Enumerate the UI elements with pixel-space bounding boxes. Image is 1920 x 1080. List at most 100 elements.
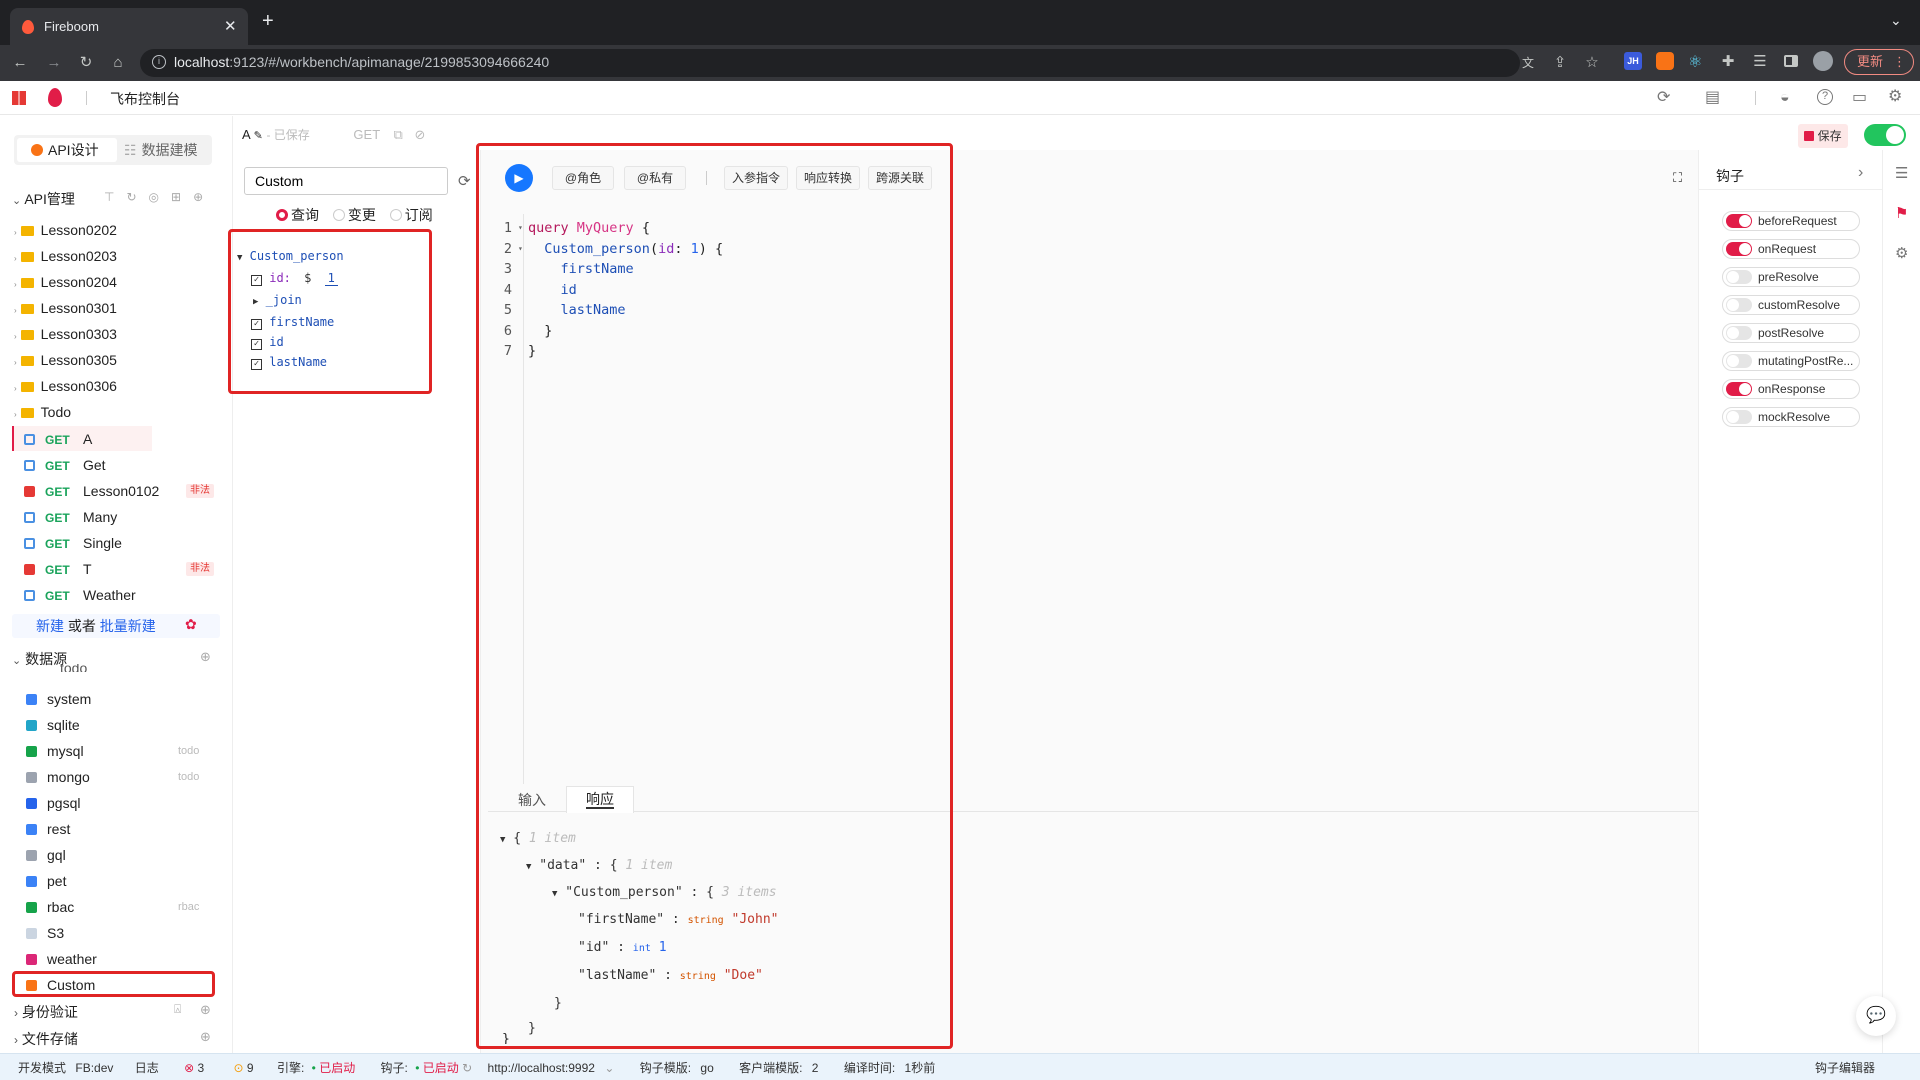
new-tab-icon[interactable]: + [262,10,274,33]
rail-list-icon[interactable]: ☰ [1895,164,1908,182]
tab-data-model[interactable]: ☷ 数据建模 [124,138,210,162]
batch-new-link[interactable]: 批量新建 [100,618,156,634]
link-icon[interactable]: ⊘ [414,127,425,142]
reading-list-icon[interactable]: ☰ [1752,54,1768,70]
tab-close-icon[interactable]: ✕ [224,17,237,35]
filter-icon[interactable]: ⊤ [104,190,126,204]
api-item[interactable]: GET Get [24,453,220,477]
datasource-item[interactable]: gql [26,843,216,867]
datasource-item[interactable]: mongo todo [26,765,216,789]
warnings-indicator[interactable]: ⊙ 9 [234,1061,254,1075]
hook-item[interactable]: onResponse [1722,379,1860,399]
hook-url[interactable]: http://localhost:9992 [488,1061,595,1075]
bookmark-star-icon[interactable]: ☆ [1584,55,1600,71]
rail-settings-icon[interactable]: ⚙ [1895,244,1908,262]
new-folder-icon[interactable]: ⊞ [171,190,193,204]
enable-toggle[interactable] [1864,124,1906,146]
rail-hook-icon[interactable]: ⚑ [1895,204,1908,222]
hook-refresh-icon[interactable]: ↻ [462,1061,472,1075]
collapse-chevron-icon[interactable]: › [1858,164,1863,182]
api-item[interactable]: GET Lesson0102 非法 [24,479,220,503]
hook-toggle[interactable] [1726,326,1752,340]
edit-pencil-icon[interactable]: ✎ [254,130,263,142]
api-item[interactable]: GET Single [24,531,220,555]
errors-indicator[interactable]: ⊗ 3 [184,1061,204,1075]
api-item[interactable]: GET Many [24,505,220,529]
github-icon[interactable]: ◒ [1780,90,1790,106]
op-query-radio[interactable]: 查询 [276,207,319,223]
back-icon[interactable]: ← [12,55,28,71]
hook-item[interactable]: mockResolve [1722,407,1860,427]
folder-item[interactable]: › Lesson0202 [14,218,117,242]
hook-toggle[interactable] [1726,242,1752,256]
folder-item[interactable]: › Lesson0305 [14,348,117,372]
tab-api-design[interactable]: API设计 [17,138,117,162]
extension-react-icon[interactable]: ⚛ [1688,52,1702,72]
datasource-item[interactable]: mysql todo [26,739,216,763]
hook-item[interactable]: postResolve [1722,323,1860,343]
apps-grid-icon[interactable] [12,91,26,105]
explorer-search-input[interactable] [244,167,448,195]
folder-item[interactable]: › Lesson0306 [14,374,117,398]
datasource-item[interactable]: system [26,687,216,711]
hook-template-value[interactable]: go [700,1061,713,1075]
auth-upload-icon[interactable]: ⍓ [174,1002,181,1017]
hook-item[interactable]: beforeRequest [1722,211,1860,231]
eye-icon[interactable]: ◎ [149,190,171,204]
add-icon[interactable]: ⊕ [193,190,215,204]
side-panel-icon[interactable] [1784,55,1798,67]
op-mutation-radio[interactable]: 变更 [332,207,376,223]
refresh-icon[interactable]: ⟳ [1657,90,1670,106]
explorer-refresh-icon[interactable]: ⟳ [458,172,471,190]
log-button[interactable]: 日志 [135,1061,159,1075]
browser-tab[interactable]: Fireboom ✕ [10,8,248,45]
extensions-puzzle-icon[interactable]: ✚ [1720,54,1736,70]
help-icon[interactable]: ? [1817,89,1833,105]
datasource-item[interactable]: S3 [26,921,216,945]
hook-item[interactable]: customResolve [1722,295,1860,315]
hook-url-dropdown-icon[interactable]: ⌄ [604,1061,614,1075]
refresh-small-icon[interactable]: ↻ [126,190,148,204]
datasource-item[interactable]: sqlite [26,713,216,737]
folder-item[interactable]: › Lesson0204 [14,270,117,294]
storage-section-header[interactable]: › 文件存储 ⊕ [14,1029,222,1049]
chat-button[interactable]: 💬 [1856,996,1896,1036]
settings-gear-icon[interactable]: ⚙ [1888,89,1902,105]
hook-item[interactable]: mutatingPostRe... [1722,351,1860,371]
hook-item[interactable]: preResolve [1722,267,1860,287]
folder-item[interactable]: › Todo [14,400,71,424]
datasource-item[interactable]: weather [26,947,216,971]
share-icon[interactable]: ⇪ [1552,55,1568,71]
copy-icon[interactable]: ⧉ [394,127,403,142]
datasource-section-header[interactable]: ⌄ 数据源 ⊕ [12,649,220,669]
hook-toggle[interactable] [1726,354,1752,368]
home-icon[interactable]: ⌂ [110,55,126,71]
hook-toggle[interactable] [1726,214,1752,228]
hook-toggle[interactable] [1726,382,1752,396]
hook-toggle[interactable] [1726,270,1752,284]
datasource-item[interactable]: pet [26,869,216,893]
profile-avatar[interactable] [1813,51,1833,71]
hook-toggle[interactable] [1726,410,1752,424]
folder-item[interactable]: › Lesson0303 [14,322,117,346]
new-api-link[interactable]: 新建 [36,618,64,634]
extension-fox-icon[interactable] [1656,52,1674,70]
datasource-item[interactable]: rbac rbac [26,895,216,919]
preview-icon[interactable]: ▤ [1705,90,1720,106]
forward-icon[interactable]: → [46,55,62,71]
hook-toggle[interactable] [1726,298,1752,312]
extension-jh-icon[interactable]: JH [1624,52,1642,70]
folder-item[interactable]: › Lesson0301 [14,296,117,320]
tab-list-chevron-icon[interactable]: ⌄ [1890,12,1902,29]
datasource-item[interactable]: pgsql [26,791,216,815]
auth-section-header[interactable]: › 身份验证 ⍓ ⊕ [14,1002,222,1022]
hook-editor-link[interactable]: 钩子编辑器 [1815,1059,1875,1076]
api-item[interactable]: GET Weather [24,583,220,607]
reload-icon[interactable]: ↻ [78,55,94,71]
hook-item[interactable]: onRequest [1722,239,1860,259]
add-auth-icon[interactable]: ⊕ [200,1002,211,1018]
address-bar[interactable]: i localhost:9123/#/workbench/apimanage/2… [140,49,1599,77]
datasource-item[interactable]: rest [26,817,216,841]
client-template-value[interactable]: 2 [812,1061,819,1075]
op-subscription-radio[interactable]: 订阅 [389,207,433,223]
